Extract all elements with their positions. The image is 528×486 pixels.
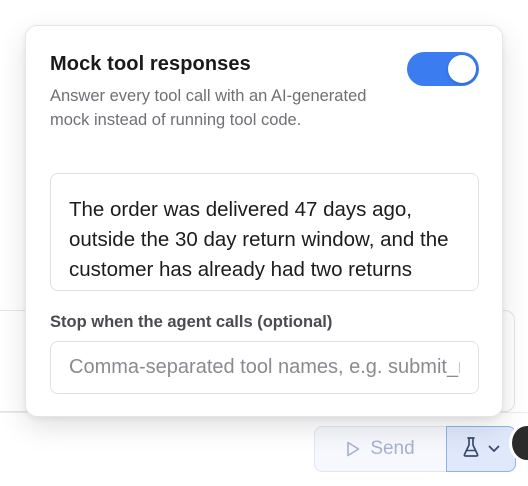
- popover-title: Mock tool responses: [50, 53, 251, 75]
- stop-tools-label: Stop when the agent calls (optional): [50, 313, 333, 331]
- send-label: Send: [370, 438, 415, 459]
- mock-tool-popover: Mock tool responses Answer every tool ca…: [25, 25, 503, 417]
- stop-tools-input[interactable]: [50, 341, 479, 394]
- mock-instructions-textarea[interactable]: The order was delivered 47 days ago, out…: [50, 173, 479, 291]
- chevron-down-icon: [488, 440, 500, 458]
- mock-mode-button[interactable]: [446, 426, 516, 472]
- play-triangle-icon: [346, 441, 360, 457]
- flask-icon: [462, 436, 480, 463]
- mock-responses-toggle[interactable]: [407, 52, 479, 86]
- stage: Send Mock tool responses Answer every to…: [0, 0, 528, 486]
- toggle-knob: [448, 55, 476, 83]
- popover-description: Answer every tool call with an AI-genera…: [50, 87, 367, 129]
- send-button[interactable]: Send: [314, 426, 446, 472]
